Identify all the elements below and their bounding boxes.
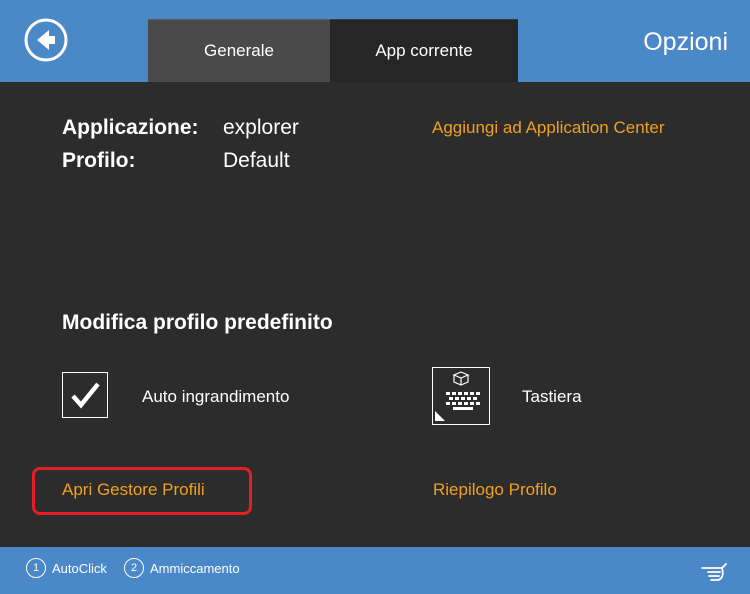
- tab-app-corrente[interactable]: App corrente: [330, 19, 518, 82]
- application-label: Applicazione:: [62, 116, 199, 139]
- footer-blink[interactable]: 2 Ammiccamento: [124, 558, 240, 578]
- tab-generale[interactable]: Generale: [148, 19, 330, 82]
- back-arrow-icon: [24, 18, 68, 62]
- profile-label: Profilo:: [62, 149, 136, 172]
- footer-blink-label: Ammiccamento: [150, 560, 240, 576]
- auto-zoom-checkbox[interactable]: [62, 372, 108, 418]
- edit-profile-heading: Modifica profilo predefinito: [62, 311, 333, 334]
- page-title: Opzioni: [643, 28, 728, 56]
- open-profile-manager-link[interactable]: Apri Gestore Profili: [62, 480, 205, 500]
- add-to-application-center-link[interactable]: Aggiungi ad Application Center: [432, 118, 665, 138]
- header-bar: Generale App corrente Opzioni: [0, 0, 750, 82]
- profile-summary-link[interactable]: Riepilogo Profilo: [433, 480, 557, 500]
- keyboard-label: Tastiera: [522, 387, 582, 406]
- keyboard-button[interactable]: [432, 367, 490, 425]
- number-one-icon: 1: [26, 558, 46, 578]
- number-two-icon: 2: [124, 558, 144, 578]
- checkmark-icon: [71, 382, 100, 409]
- footer-bar: 1 AutoClick 2 Ammiccamento: [0, 547, 750, 594]
- footer-autoclick[interactable]: 1 AutoClick: [26, 558, 107, 578]
- main-panel: Applicazione: explorer Profilo: Default …: [0, 82, 750, 547]
- back-button[interactable]: [24, 18, 68, 62]
- application-value: explorer: [223, 116, 299, 139]
- keyboard-icon: [435, 371, 480, 421]
- hand-pointer-icon[interactable]: [700, 559, 728, 583]
- auto-zoom-label: Auto ingrandimento: [142, 387, 290, 406]
- footer-autoclick-label: AutoClick: [52, 560, 107, 576]
- profile-value: Default: [223, 149, 290, 172]
